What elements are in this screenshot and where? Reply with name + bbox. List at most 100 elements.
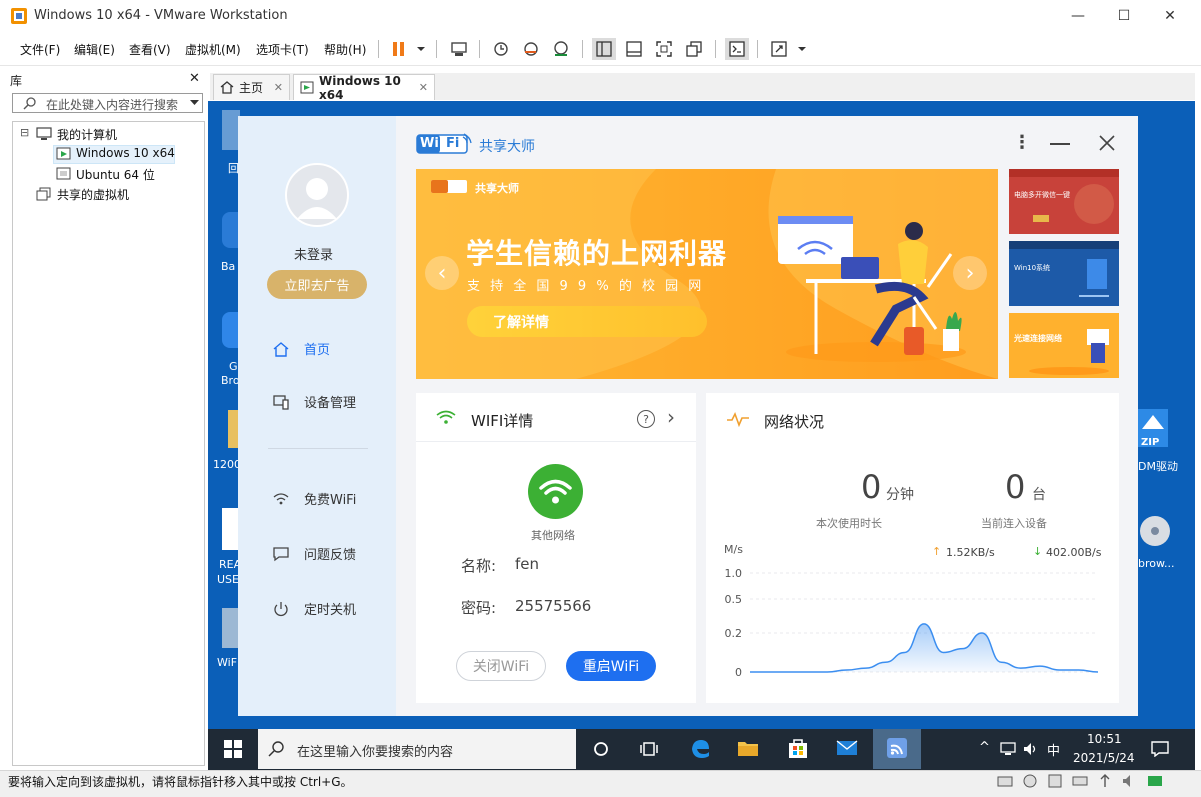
nav-devices[interactable]: 设备管理	[272, 392, 356, 411]
banner-prev-button[interactable]: ‹	[425, 256, 459, 290]
toolbar-separator	[757, 40, 758, 58]
snapshot-icon[interactable]	[489, 38, 513, 60]
chevron-down-icon[interactable]	[190, 99, 199, 106]
avatar[interactable]	[285, 163, 349, 227]
thumbnail-view-icon[interactable]	[622, 38, 646, 60]
desktop-label: G	[229, 360, 238, 373]
toolbar-separator	[715, 40, 716, 58]
toolbar-separator	[378, 40, 379, 58]
network-tray-icon[interactable]	[1000, 741, 1016, 757]
stretch-icon[interactable]	[767, 38, 791, 60]
collapse-icon[interactable]: ⊟	[20, 126, 29, 139]
desktop-label: Ba	[221, 260, 236, 273]
store-icon[interactable]	[787, 737, 809, 759]
ime-indicator[interactable]: 中	[1047, 740, 1060, 759]
menu-vm[interactable]: 虚拟机(M)	[185, 41, 241, 58]
banner-cta-button[interactable]: 了解详情	[467, 306, 707, 337]
edge-icon[interactable]	[689, 737, 711, 759]
send-keys-icon[interactable]	[447, 38, 471, 60]
task-view-icon[interactable]	[640, 740, 658, 758]
menu-view[interactable]: 查看(V)	[129, 41, 171, 58]
tab-close-icon[interactable]: ✕	[274, 81, 283, 94]
chevron-down-icon[interactable]	[409, 38, 433, 60]
home-icon	[272, 341, 290, 357]
nav-shutdown-timer[interactable]: 定时关机	[272, 599, 356, 618]
close-wifi-button[interactable]: 关闭WiFi	[456, 651, 546, 681]
shared-vm-icon	[36, 187, 52, 201]
promo-thumb-3[interactable]	[1009, 313, 1119, 378]
menu-file[interactable]: 文件(F)	[20, 41, 60, 58]
device-status-icons[interactable]	[997, 774, 1167, 790]
banner-next-button[interactable]: ›	[953, 256, 987, 290]
menu-help[interactable]: 帮助(H)	[324, 41, 366, 58]
chevron-down-icon[interactable]	[790, 38, 814, 60]
disc-icon[interactable]	[1138, 505, 1172, 549]
snapshot-manager-icon[interactable]	[549, 38, 573, 60]
file-explorer-icon[interactable]	[737, 738, 759, 758]
menu-edit[interactable]: 编辑(E)	[74, 41, 115, 58]
tray-overflow-icon[interactable]: ^	[979, 740, 990, 755]
library-close-icon[interactable]: ✕	[189, 71, 200, 86]
speed-chart: 1.0 0.5 0.2 0	[720, 560, 1110, 685]
nav-free-wifi-label: 免费WiFi	[304, 493, 357, 508]
hdd-icon	[997, 776, 1013, 787]
tab-windows-vm[interactable]: Windows 10 x64 ✕	[293, 74, 435, 102]
app-shortcut-icon[interactable]	[222, 508, 238, 550]
tree-my-computer[interactable]: 我的计算机	[57, 126, 117, 143]
tab-home[interactable]: 主页 ✕	[213, 74, 290, 100]
tab-close-icon[interactable]: ✕	[419, 81, 428, 94]
promo-banner[interactable]	[416, 169, 998, 379]
console-icon[interactable]	[725, 38, 749, 60]
app-shortcut-icon[interactable]	[222, 212, 238, 248]
nav-feedback[interactable]: 问题反馈	[272, 544, 356, 563]
tree-shared-vms[interactable]: 共享的虚拟机	[57, 186, 129, 203]
app-menu-icon[interactable]: ⋮	[1013, 132, 1031, 153]
minimize-button[interactable]: —	[1055, 0, 1101, 32]
desktop-label: USE	[217, 573, 239, 586]
nav-feedback-label: 问题反馈	[304, 548, 357, 563]
notification-icon[interactable]	[1151, 741, 1169, 757]
close-button[interactable]: ✕	[1147, 0, 1193, 32]
pulse-icon	[726, 411, 750, 427]
remove-ads-button[interactable]: 立即去广告	[267, 270, 367, 299]
fullscreen-icon[interactable]	[652, 38, 676, 60]
toolbar-separator	[582, 40, 583, 58]
library-search-placeholder: 在此处键入内容进行搜索	[46, 98, 179, 112]
vm-icon	[56, 167, 72, 181]
menu-tabs[interactable]: 选项卡(T)	[256, 41, 309, 58]
clock-time[interactable]: 10:51	[1087, 732, 1122, 746]
library-view-icon[interactable]	[592, 38, 616, 60]
app-minimize-button[interactable]	[1050, 143, 1070, 145]
app-shortcut-icon[interactable]	[222, 608, 238, 648]
nav-home[interactable]: 首页	[272, 339, 330, 358]
chart-area-fill	[750, 623, 1098, 672]
cortana-icon[interactable]	[593, 741, 609, 757]
tree-vm-windows[interactable]: Windows 10 x64	[76, 146, 175, 160]
restart-wifi-button[interactable]: 重启WiFi	[566, 651, 656, 681]
browser-shortcut-icon[interactable]	[222, 312, 238, 348]
devices-unit: 台	[1032, 487, 1046, 503]
usage-time-value: 0	[861, 468, 882, 506]
promo-thumb-2[interactable]	[1009, 241, 1119, 306]
floppy-icon	[1048, 774, 1062, 788]
usb-icon	[1100, 774, 1110, 787]
mail-icon[interactable]	[836, 740, 858, 756]
pause-icon[interactable]	[387, 38, 411, 60]
chart-y-tick-label: 0.5	[725, 593, 743, 606]
wifi-card-arrow-icon[interactable]: ›	[667, 405, 675, 429]
help-icon[interactable]: ?	[637, 410, 655, 428]
windows-start-icon[interactable]	[224, 740, 242, 758]
tab-home-label: 主页	[239, 81, 264, 95]
clock-date[interactable]: 2021/5/24	[1073, 751, 1135, 765]
revert-snapshot-icon[interactable]	[519, 38, 543, 60]
sound-icon	[1123, 775, 1130, 787]
promo-thumb-1[interactable]	[1009, 169, 1119, 234]
nav-free-wifi[interactable]: 免费WiFi	[272, 489, 356, 508]
maximize-button[interactable]: ☐	[1101, 0, 1147, 32]
unity-icon[interactable]	[682, 38, 706, 60]
folder-icon[interactable]	[228, 410, 238, 448]
thumb-1-caption: 电脑多开微信一键	[1014, 191, 1070, 199]
tree-vm-ubuntu[interactable]: Ubuntu 64 位	[76, 166, 155, 183]
volume-tray-icon[interactable]	[1023, 741, 1039, 757]
app-close-button[interactable]	[1099, 135, 1115, 151]
